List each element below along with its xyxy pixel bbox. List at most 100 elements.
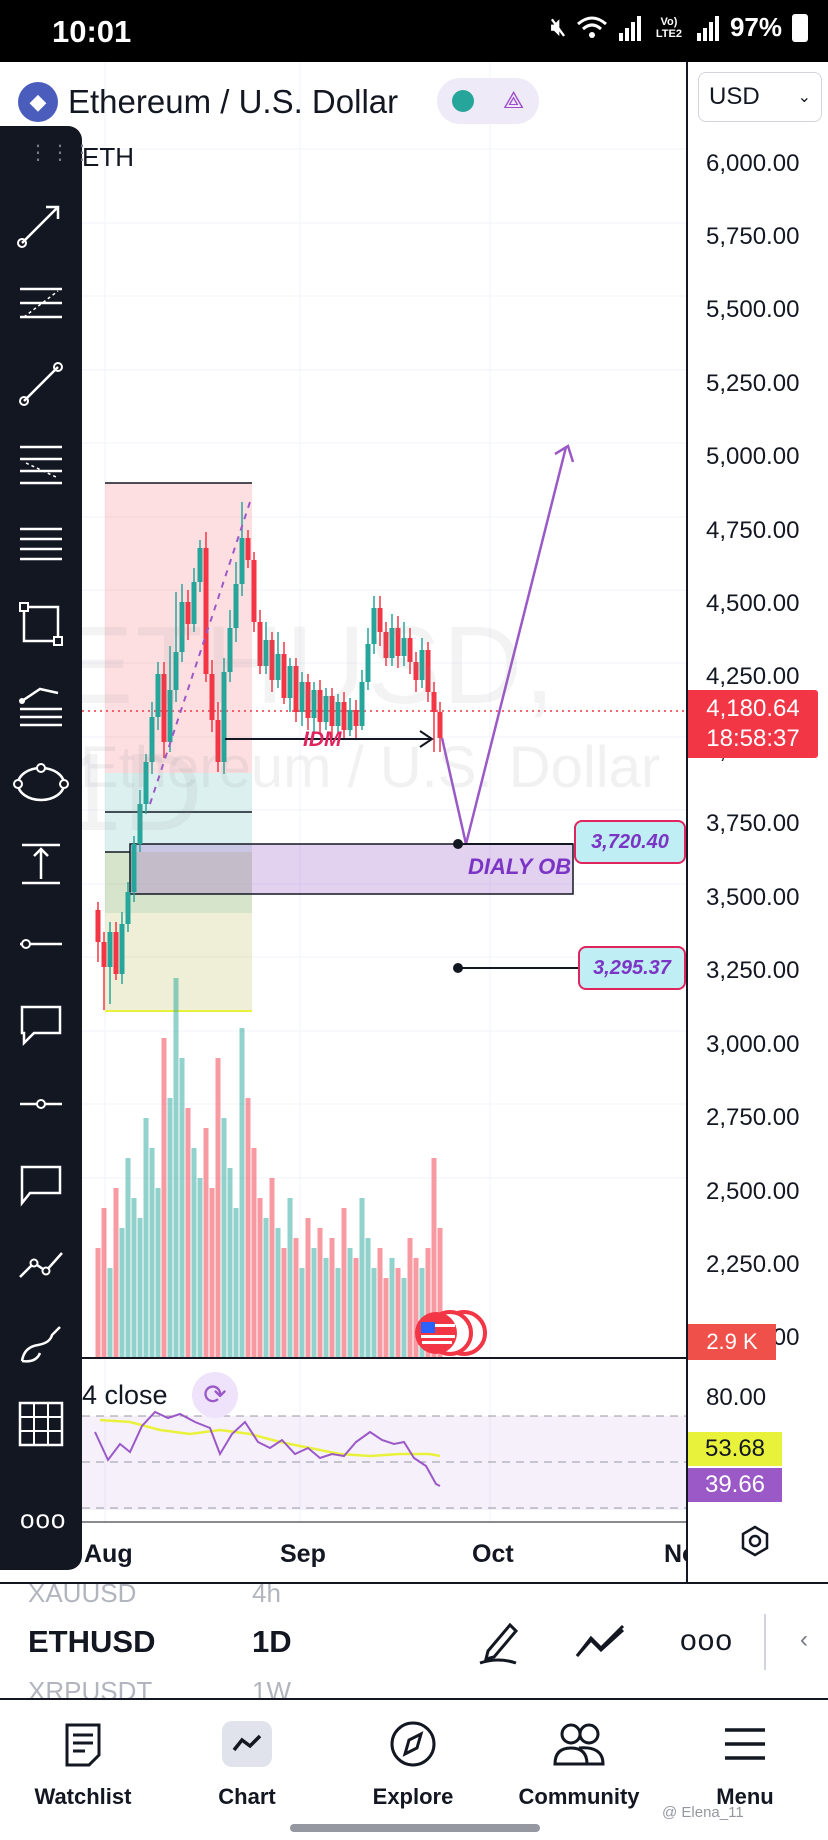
flag-badge-icon[interactable] [412,1308,488,1358]
volume-bar [185,1108,191,1358]
time-label-oct: Oct [472,1540,514,1568]
volume-bar [203,1128,209,1358]
collapse-arrow-icon[interactable]: ‹ [800,1626,808,1654]
mute-icon: 🔇︎ [550,13,566,41]
volume-bar [359,1198,365,1358]
nav-chart[interactable]: Chart [172,1714,322,1810]
drag-handle-icon[interactable]: ⋮⋮⋮ [28,140,94,165]
volume-bar [239,1028,245,1358]
nav-watchlist[interactable]: Watchlist [8,1714,158,1810]
grid-icon[interactable] [11,1394,71,1454]
volume-bar [161,1038,167,1358]
status-pill[interactable]: ⟁ [437,78,539,124]
nav-community[interactable]: Community [504,1714,654,1810]
volume-bar [269,1178,275,1358]
ellipse-icon[interactable] [11,754,71,814]
volume-bar [113,1188,119,1358]
current-price: 4,180.64 [706,695,800,722]
price-tick: 4,500.00 [706,590,800,617]
nav-label: Explore [372,1784,454,1809]
chart-area[interactable]: ◆ Ethereum / U.S. Dollar ⟁ ETH ETHUSD, 1… [0,62,686,1582]
status-time: 10:01 [52,14,132,49]
volume-bar [299,1268,305,1358]
ethereum-logo-icon: ◆ [18,82,58,122]
comment-icon[interactable] [11,1154,71,1214]
volume-bar [305,1218,311,1358]
currency-select[interactable]: USD ⌄ [698,72,822,122]
volume-bar [95,1248,101,1358]
idm-label: IDM [303,728,342,751]
price-tick: 2,250.00 [706,1251,800,1278]
polyline-icon[interactable] [11,1234,71,1294]
current-symbol[interactable]: ETHUSD [28,1624,155,1660]
volume-bars [95,978,443,1358]
volume-bar [143,1118,149,1358]
current-price-badge[interactable]: 4,180.64 18:58:37 [688,690,818,758]
rectangle-icon[interactable] [11,594,71,654]
volume-bar [245,1098,251,1358]
volume-bar [179,1058,185,1358]
symbol-title[interactable]: Ethereum / U.S. Dollar [68,83,398,121]
price-tick: 3,750.00 [706,810,800,837]
brush-icon[interactable] [11,1314,71,1374]
volume-bar [323,1258,329,1358]
draw-pencil-icon[interactable] [468,1612,528,1672]
price-tick: 3,500.00 [706,884,800,911]
symbol-strip[interactable]: XAUUSD 4h ETHUSD 1D XRPUSDT 1W ooo ‹ [0,1582,828,1698]
settings-icon[interactable] [738,1524,772,1558]
volume-bar [233,1208,239,1358]
next-symbol[interactable]: XRPUSDT [28,1676,152,1698]
symbol-header[interactable]: ◆ Ethereum / U.S. Dollar [18,82,398,122]
prev-interval[interactable]: 4h [252,1584,281,1609]
pitchfork-icon[interactable] [11,434,71,494]
candle-body [101,942,107,967]
refresh-icon[interactable]: ⟳ [192,1372,238,1418]
nav-menu[interactable]: Menu [670,1714,820,1810]
next-interval[interactable]: 1W [252,1676,291,1698]
rsi-ma-badge: 39.66 [688,1468,782,1502]
volume-bar [167,1098,173,1358]
volume-badge: 2.9 K [688,1324,776,1360]
bottom-nav[interactable]: Watchlist Chart Explore Community Menu @… [0,1698,828,1840]
price-tick: 6,000.00 [706,150,800,177]
signal-icon [618,15,641,41]
price-tick: 2,500.00 [706,1178,800,1205]
level-label-1[interactable]: 3,720.40 [574,820,686,864]
fib-retracement-icon[interactable] [11,274,71,334]
volume-bar [317,1228,323,1358]
path-icon[interactable] [11,674,71,734]
home-indicator[interactable] [290,1824,540,1832]
price-tick: 5,500.00 [706,296,800,323]
current-interval[interactable]: 1D [252,1624,292,1660]
measure-icon[interactable] [11,834,71,894]
volume-bar [341,1208,347,1358]
volume-bar [101,1208,107,1358]
parallel-channel-icon[interactable] [11,514,71,574]
trend-line-icon[interactable] [11,194,71,254]
more-tools-icon[interactable]: ooo [20,1504,66,1535]
candle-body [113,932,119,974]
volume-bar [131,1198,137,1358]
callout-icon[interactable] [11,994,71,1054]
prev-symbol[interactable]: XAUUSD [28,1584,136,1609]
rsi-top-tick: 80.00 [706,1384,767,1412]
nav-explore[interactable]: Explore [338,1714,488,1810]
indicators-icon[interactable] [570,1612,630,1672]
nav-label: Community [518,1784,640,1809]
horizontal-line-icon[interactable] [11,1074,71,1134]
more-icon[interactable]: ooo [680,1624,733,1658]
candle-body [239,538,245,584]
level-label-2[interactable]: 3,295.37 [578,946,686,990]
share-icon[interactable]: ⟁ [503,87,524,115]
status-bar: 10:01 🔇︎ Vo) LTE2 97% [0,0,828,62]
price-tick: 3,250.00 [706,957,800,984]
rsi-label[interactable]: 4 close [82,1380,168,1411]
candle-body [95,910,101,942]
volume-bar [287,1198,293,1358]
drawing-toolbar[interactable]: ⋮⋮⋮ ooo [0,126,92,1570]
line-icon[interactable] [11,354,71,414]
signal-icon-2 [696,15,719,41]
horizontal-ray-icon[interactable] [11,914,71,974]
volume-bar [257,1198,263,1358]
volume-bar [365,1238,371,1358]
